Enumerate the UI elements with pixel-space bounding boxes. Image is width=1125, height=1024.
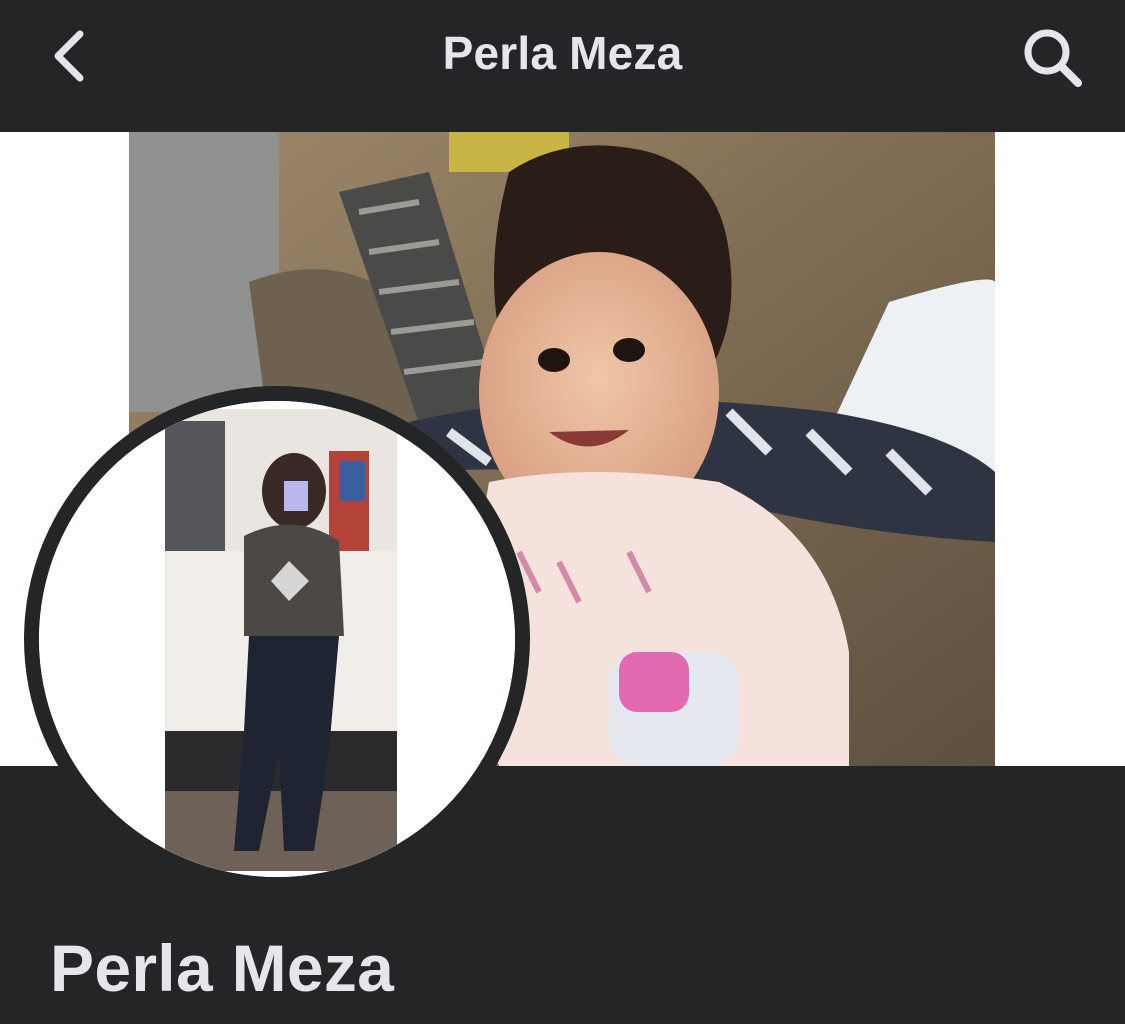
profile-picture-image <box>39 401 515 877</box>
profile-picture[interactable] <box>24 386 530 892</box>
profile-picture-frame <box>39 401 515 877</box>
top-navigation-bar: Perla Meza <box>0 0 1125 132</box>
profile-name: Perla Meza <box>50 931 395 1005</box>
search-button[interactable] <box>1017 22 1089 94</box>
page-title: Perla Meza <box>442 27 683 79</box>
search-icon <box>1024 29 1082 87</box>
profile-screen: Perla Meza Perla Meza <box>0 0 1125 1024</box>
